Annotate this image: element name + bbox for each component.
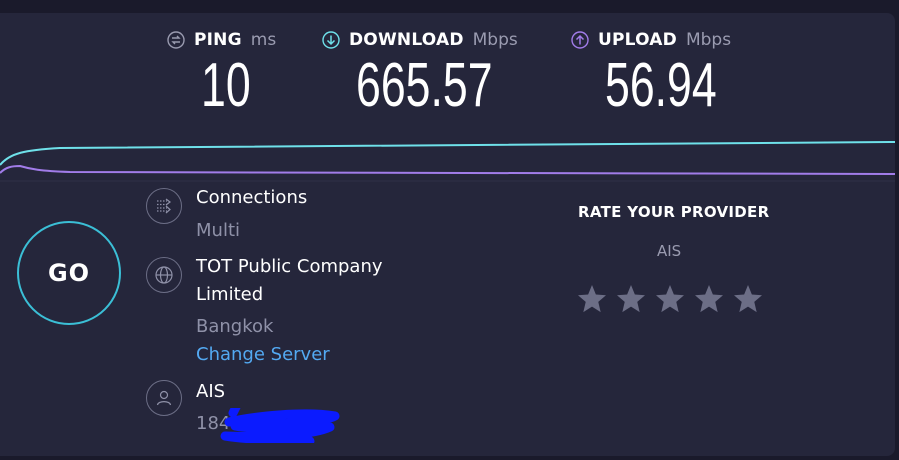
download-value: 665.57 [356, 51, 493, 120]
ping-value: 10 [201, 51, 251, 120]
download-unit: Mbps [472, 30, 518, 50]
globe-icon [146, 257, 182, 293]
upload-value: 56.94 [605, 51, 717, 120]
upload-label: UPLOAD [598, 30, 677, 50]
ping-unit: ms [250, 30, 277, 50]
speed-graph [0, 141, 895, 182]
speedtest-result-panel: PING ms 10 DOWNLOAD Mbps 665.57 UPLOAD M… [0, 13, 895, 456]
ping-metric: PING ms 10 [167, 29, 276, 117]
star-icon-4[interactable] [693, 283, 725, 315]
go-button[interactable]: GO [17, 221, 121, 325]
user-icon [146, 380, 182, 416]
connections-value: Multi [196, 220, 240, 241]
star-rating [576, 283, 764, 315]
upload-arrow-icon [571, 31, 589, 49]
isp-name: AIS [196, 381, 226, 402]
star-icon-3[interactable] [654, 283, 686, 315]
download-metric: DOWNLOAD Mbps 665.57 [322, 29, 546, 117]
connections-icon [146, 188, 182, 224]
download-label: DOWNLOAD [349, 30, 464, 50]
star-icon-1[interactable] [576, 283, 608, 315]
server-location: Bangkok [196, 316, 274, 337]
rate-provider-name: AIS [657, 242, 682, 260]
go-button-label: GO [47, 259, 91, 287]
upload-unit: Mbps [685, 30, 732, 50]
download-graph-line [0, 141, 895, 166]
star-icon-2[interactable] [615, 283, 647, 315]
upload-metric: UPLOAD Mbps 56.94 [571, 29, 760, 117]
ping-label: PING [194, 30, 242, 50]
change-server-link[interactable]: Change Server [196, 344, 330, 365]
redaction-scribble [220, 408, 340, 443]
connections-label: Connections [196, 187, 308, 208]
download-arrow-icon [322, 31, 340, 49]
server-name-line1: TOT Public Company [196, 256, 383, 277]
rate-provider-title: RATE YOUR PROVIDER [578, 203, 770, 221]
server-name-line2: Limited [196, 284, 264, 305]
star-icon-5[interactable] [732, 283, 764, 315]
upload-graph-line [0, 164, 895, 175]
ping-icon [167, 31, 185, 49]
